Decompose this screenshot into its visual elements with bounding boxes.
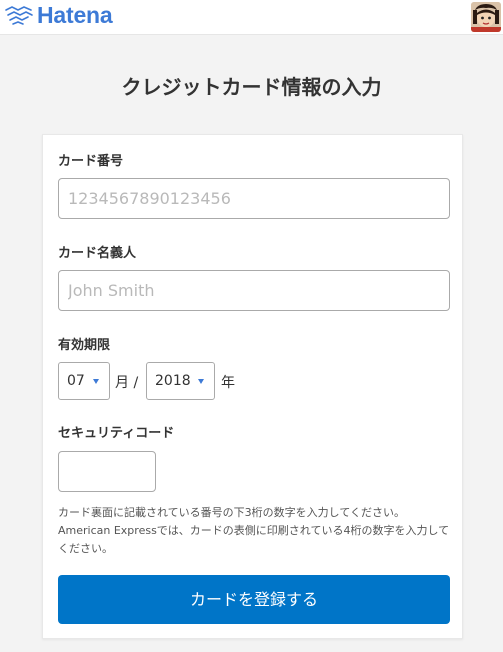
year-unit: 年: [221, 375, 235, 391]
card-number-input[interactable]: [58, 178, 450, 219]
card-holder-label: カード名義人: [58, 246, 137, 261]
chevron-down-icon: [93, 379, 99, 384]
card-holder-input[interactable]: [58, 270, 450, 311]
expiry-year-value: 2018: [155, 373, 191, 389]
security-code-label: セキュリティコード: [58, 426, 175, 441]
expiry-year-select[interactable]: 2018: [146, 362, 215, 400]
top-bar: Hatena: [0, 0, 503, 35]
page-title: クレジットカード情報の入力: [121, 75, 382, 99]
register-card-button[interactable]: カードを登録する: [58, 575, 450, 624]
avatar-face-icon: [471, 2, 501, 32]
chevron-down-icon: [198, 379, 204, 384]
security-code-help-text: カード裏面に記載されている番号の下3桁の数字を入力してください。American…: [58, 506, 450, 555]
month-unit: 月 /: [115, 375, 139, 391]
card-number-label: カード番号: [58, 154, 124, 169]
expiry-month-select[interactable]: 07: [58, 362, 110, 400]
brand-name: Hatena: [37, 1, 113, 28]
security-code-input[interactable]: [58, 451, 156, 492]
hatena-bird-icon: [5, 6, 33, 25]
expiry-label: 有効期限: [58, 338, 111, 353]
hatena-logo[interactable]: Hatena: [4, 1, 113, 28]
expiry-month-value: 07: [67, 373, 85, 389]
credit-card-form: カード番号 カード名義人 有効期限 07 月 / 2018 年 セキュリティコー…: [42, 134, 463, 639]
user-avatar[interactable]: [471, 2, 501, 32]
